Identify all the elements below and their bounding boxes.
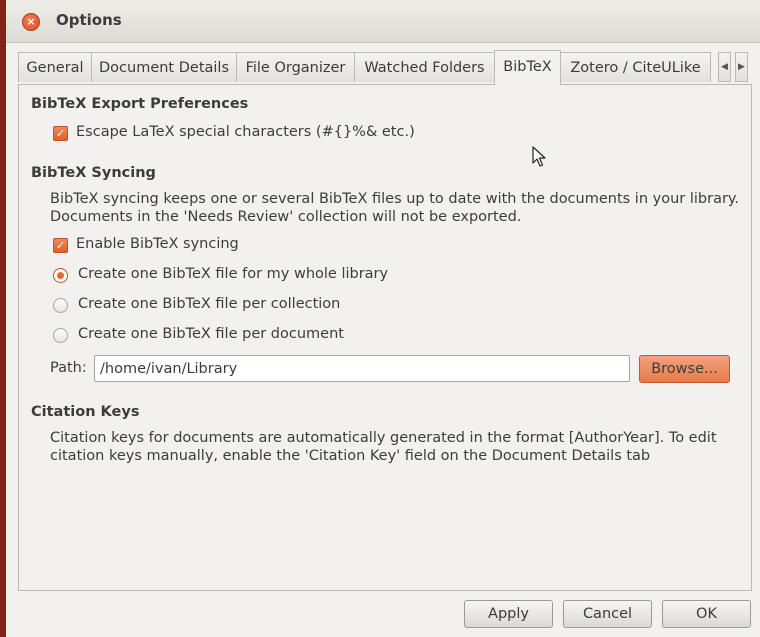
enable-syncing-label[interactable]: Enable BibTeX syncing — [76, 236, 239, 252]
tab-file-organizer[interactable]: File Organizer — [236, 52, 355, 82]
tab-document-details[interactable]: Document Details — [91, 52, 237, 82]
enable-syncing-checkbox[interactable]: ✓ — [53, 238, 68, 253]
window-title: Options — [56, 11, 122, 29]
radio-whole-library-label[interactable]: Create one BibTeX file for my whole libr… — [78, 266, 388, 282]
export-preferences-heading: BibTeX Export Preferences — [31, 96, 249, 112]
title-bar: × Options — [6, 0, 760, 43]
tab-general[interactable]: General — [18, 52, 92, 82]
radio-whole-library[interactable] — [53, 268, 68, 283]
tab-watched-folders[interactable]: Watched Folders — [354, 52, 495, 82]
tab-scroll-left-icon[interactable]: ◀ — [718, 52, 731, 82]
citation-keys-heading: Citation Keys — [31, 404, 140, 420]
radio-per-collection-label[interactable]: Create one BibTeX file per collection — [78, 296, 340, 312]
mouse-pointer-icon — [532, 146, 546, 167]
tab-scroll-right-icon[interactable]: ▶ — [735, 52, 748, 82]
ok-button[interactable]: OK — [662, 600, 751, 628]
radio-per-document-label[interactable]: Create one BibTeX file per document — [78, 326, 344, 342]
syncing-description-line2: Documents in the 'Needs Review' collecti… — [50, 209, 522, 225]
escape-latex-label[interactable]: Escape LaTeX special characters (#{}%& e… — [76, 124, 415, 140]
citation-description-line2: citation keys manually, enable the 'Cita… — [50, 448, 651, 464]
tab-bar: General Document Details File Organizer … — [18, 50, 753, 85]
close-icon[interactable]: × — [22, 13, 40, 31]
citation-description-line1: Citation keys for documents are automati… — [50, 430, 717, 446]
syncing-description-line1: BibTeX syncing keeps one or several BibT… — [50, 191, 740, 207]
browse-button[interactable]: Browse... — [639, 355, 730, 383]
radio-per-collection[interactable] — [53, 298, 68, 313]
apply-button[interactable]: Apply — [464, 600, 553, 628]
path-field[interactable] — [94, 355, 630, 382]
syncing-heading: BibTeX Syncing — [31, 165, 156, 181]
escape-latex-checkbox[interactable]: ✓ — [53, 126, 68, 141]
tab-zotero-citeulike[interactable]: Zotero / CiteULike — [560, 52, 711, 82]
path-label: Path: — [50, 360, 87, 376]
radio-per-document[interactable] — [53, 328, 68, 343]
tab-bibtex[interactable]: BibTeX — [494, 50, 561, 85]
cancel-button[interactable]: Cancel — [563, 600, 652, 628]
options-dialog: × Options General Document Details File … — [0, 0, 760, 637]
window-frame — [0, 0, 6, 637]
